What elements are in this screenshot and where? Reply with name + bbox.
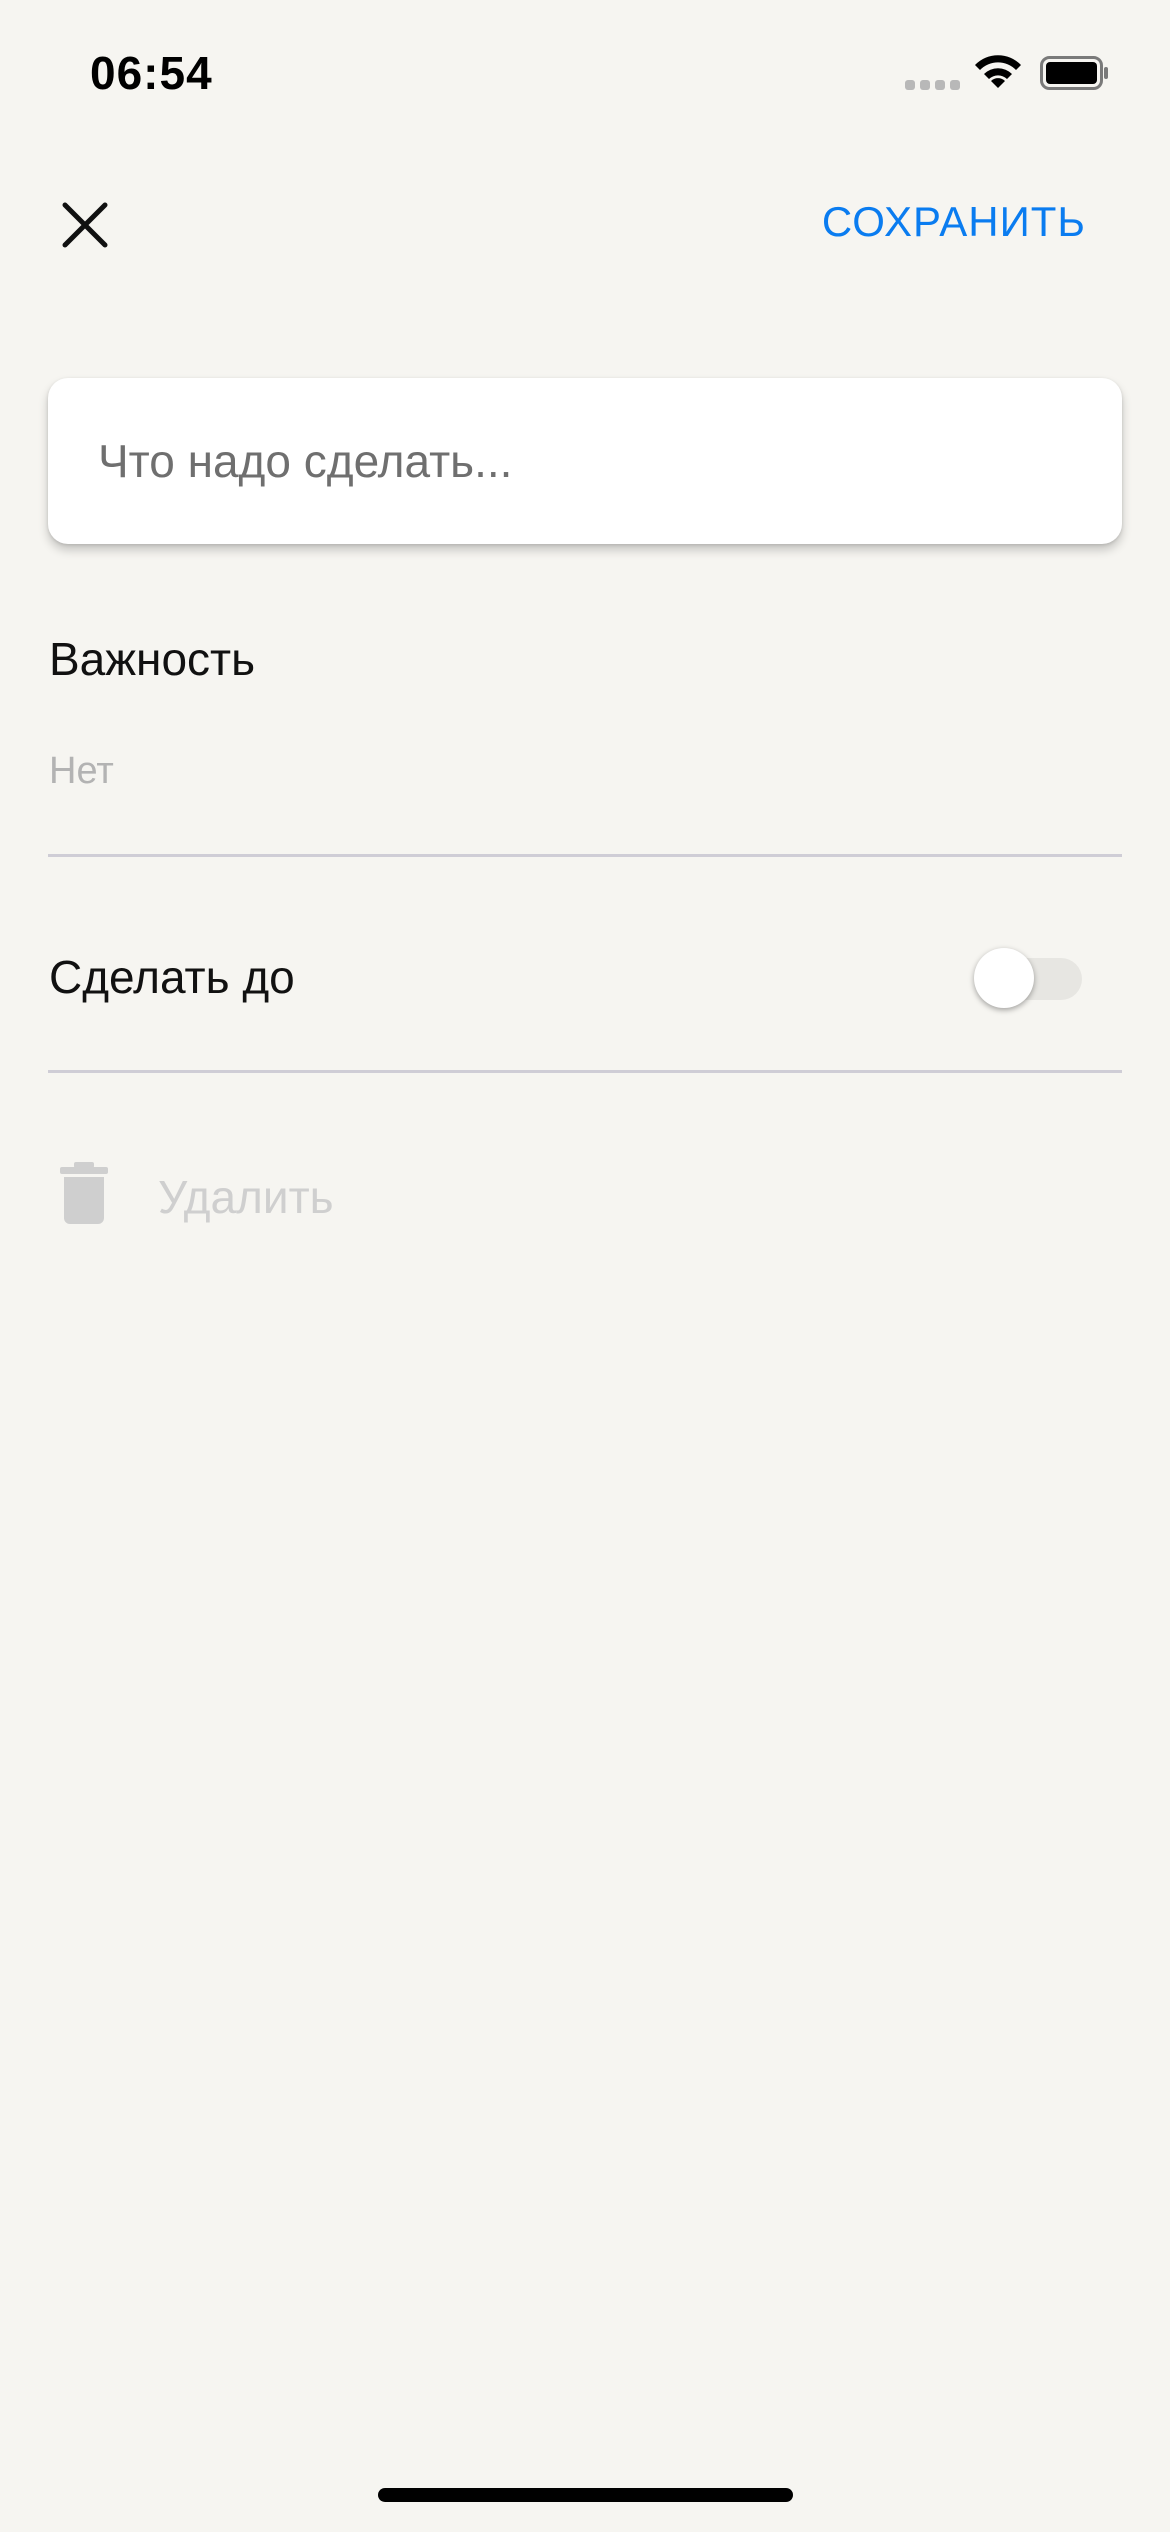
- close-button[interactable]: [50, 190, 120, 260]
- delete-button[interactable]: Удалить: [58, 1160, 458, 1230]
- delete-label: Удалить: [158, 1171, 334, 1223]
- battery-icon: [1040, 56, 1108, 90]
- save-button[interactable]: СОХРАНИТЬ: [822, 198, 1086, 246]
- task-card: [48, 378, 1122, 544]
- task-input[interactable]: [98, 378, 1078, 544]
- close-icon: [62, 202, 108, 248]
- importance-select[interactable]: Нет: [49, 750, 114, 793]
- wifi-icon: [975, 55, 1021, 88]
- home-indicator[interactable]: [378, 2488, 793, 2502]
- deadline-toggle[interactable]: [974, 946, 1088, 1012]
- status-time: 06:54: [90, 47, 213, 99]
- deadline-label: Сделать до: [49, 951, 295, 1003]
- signal-icon: [905, 80, 961, 90]
- divider: [48, 854, 1122, 857]
- divider: [48, 1070, 1122, 1073]
- importance-label: Важность: [49, 633, 256, 685]
- trash-icon: [60, 1162, 108, 1224]
- toggle-thumb: [974, 948, 1034, 1008]
